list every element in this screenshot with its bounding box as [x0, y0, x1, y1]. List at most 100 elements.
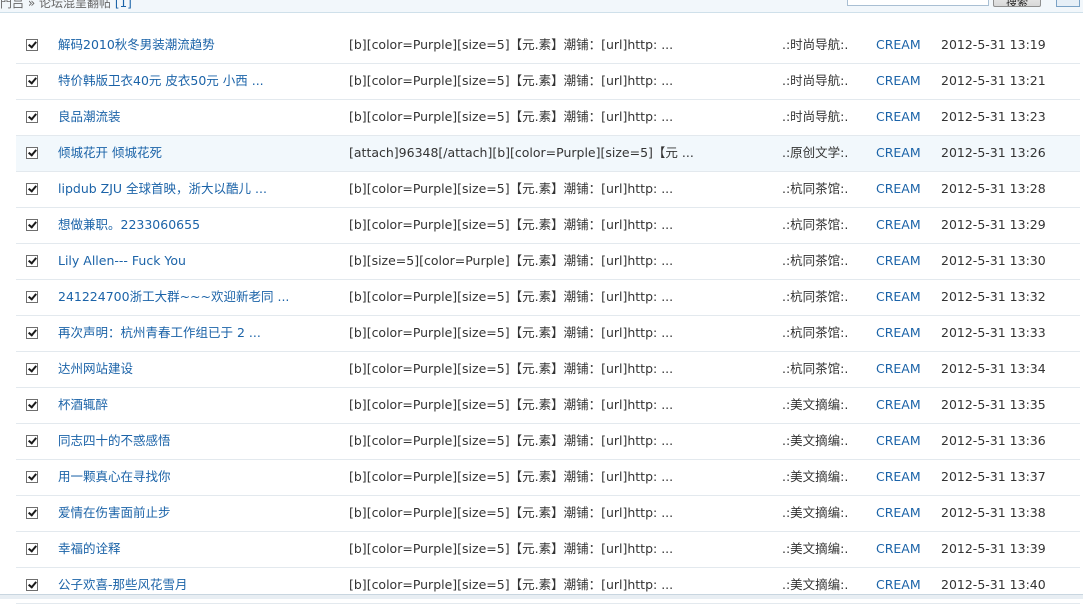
post-forum-name: .:杭同茶馆:. — [782, 181, 849, 196]
post-author-link[interactable]: CREAM — [876, 362, 921, 376]
select-checkbox[interactable] — [26, 507, 38, 519]
post-title-link[interactable]: 解码2010秋冬男装潮流趋势 — [58, 38, 215, 52]
select-checkbox[interactable] — [26, 435, 38, 447]
post-date: 2012-5-31 13:26 — [941, 145, 1046, 160]
post-author-link[interactable]: CREAM — [876, 146, 921, 160]
horizontal-scrollbar[interactable] — [0, 594, 1083, 599]
post-title-link[interactable]: 再次声明：杭州青春工作组已于 2 ... — [58, 326, 261, 340]
post-title-link[interactable]: 特价韩版卫衣40元 皮衣50元 小西 ... — [58, 74, 264, 88]
select-checkbox[interactable] — [26, 363, 38, 375]
post-forum-name: .:美文摘编:. — [782, 505, 849, 520]
select-checkbox[interactable] — [26, 219, 38, 231]
post-forum-name: .:杭同茶馆:. — [782, 325, 849, 340]
post-row: 再次声明：杭州青春工作组已于 2 ... [b][color=Purple][s… — [16, 316, 1080, 352]
post-forum-name: .:美文摘编:. — [782, 433, 849, 448]
post-forum-name: .:原创文学:. — [782, 145, 849, 160]
post-title-link[interactable]: 爱情在伤害面前止步 — [58, 506, 171, 520]
top-bar: 門吕 » 论坛混呈翻帖 [1] 搜索 — [0, 0, 1083, 13]
select-checkbox[interactable] — [26, 255, 38, 267]
post-content-preview: [b][color=Purple][size=5]【元.素】潮铺：[url]ht… — [349, 181, 674, 196]
post-title-link[interactable]: 同志四十的不惑感悟 — [58, 434, 171, 448]
post-forum-name: .:杭同茶馆:. — [782, 289, 849, 304]
post-row: 爱情在伤害面前止步 [b][color=Purple][size=5]【元.素】… — [16, 496, 1080, 532]
post-author-link[interactable]: CREAM — [876, 506, 921, 520]
post-row: Lily Allen--- Fuck You [b][size=5][color… — [16, 244, 1080, 280]
post-date: 2012-5-31 13:37 — [941, 469, 1046, 484]
post-author-link[interactable]: CREAM — [876, 470, 921, 484]
scroll-up-button[interactable] — [1056, 0, 1080, 7]
post-forum-name: .:时尚导航:. — [782, 37, 849, 52]
post-date: 2012-5-31 13:35 — [941, 397, 1046, 412]
post-forum-name: .:美文摘编:. — [782, 469, 849, 484]
post-forum-name: .:杭同茶馆:. — [782, 217, 849, 232]
post-title-link[interactable]: 倾城花开 倾城花死 — [58, 146, 162, 160]
post-content-preview: [b][color=Purple][size=5]【元.素】潮铺：[url]ht… — [349, 397, 674, 412]
post-author-link[interactable]: CREAM — [876, 218, 921, 232]
post-row: 特价韩版卫衣40元 皮衣50元 小西 ... [b][color=Purple]… — [16, 64, 1080, 100]
post-author-link[interactable]: CREAM — [876, 74, 921, 88]
post-row: 解码2010秋冬男装潮流趋势 [b][color=Purple][size=5]… — [16, 28, 1080, 64]
post-date: 2012-5-31 13:33 — [941, 325, 1046, 340]
post-row: 幸福的诠释 [b][color=Purple][size=5]【元.素】潮铺：[… — [16, 532, 1080, 568]
post-title-link[interactable]: 良品潮流装 — [58, 110, 121, 124]
search-input[interactable] — [847, 0, 989, 6]
post-title-link[interactable]: lipdub ZJU 全球首映，浙大以酷儿 ... — [58, 182, 267, 196]
post-date: 2012-5-31 13:29 — [941, 217, 1046, 232]
select-checkbox[interactable] — [26, 327, 38, 339]
post-content-preview: [attach]96348[/attach][b][color=Purple][… — [349, 145, 694, 160]
post-row: 良品潮流装 [b][color=Purple][size=5]【元.素】潮铺：[… — [16, 100, 1080, 136]
select-checkbox[interactable] — [26, 543, 38, 555]
post-author-link[interactable]: CREAM — [876, 578, 921, 592]
post-forum-name: .:美文摘编:. — [782, 577, 849, 592]
post-row: 同志四十的不惑感悟 [b][color=Purple][size=5]【元.素】… — [16, 424, 1080, 460]
select-checkbox[interactable] — [26, 39, 38, 51]
post-row: 达州网站建设 [b][color=Purple][size=5]【元.素】潮铺：… — [16, 352, 1080, 388]
post-date: 2012-5-31 13:40 — [941, 577, 1046, 592]
post-author-link[interactable]: CREAM — [876, 326, 921, 340]
breadcrumb-count[interactable]: [1] — [115, 0, 132, 10]
post-author-link[interactable]: CREAM — [876, 290, 921, 304]
post-content-preview: [b][color=Purple][size=5]【元.素】潮铺：[url]ht… — [349, 325, 674, 340]
post-author-link[interactable]: CREAM — [876, 254, 921, 268]
post-content-preview: [b][color=Purple][size=5]【元.素】潮铺：[url]ht… — [349, 541, 674, 556]
post-author-link[interactable]: CREAM — [876, 542, 921, 556]
post-date: 2012-5-31 13:28 — [941, 181, 1046, 196]
post-row: 241224700浙工大群~~~欢迎新老同 ... [b][color=Purp… — [16, 280, 1080, 316]
post-author-link[interactable]: CREAM — [876, 398, 921, 412]
post-title-link[interactable]: 达州网站建设 — [58, 362, 133, 376]
post-title-link[interactable]: 幸福的诠释 — [58, 542, 121, 556]
post-title-link[interactable]: 公子欢喜-那些风花雪月 — [58, 578, 188, 592]
select-checkbox[interactable] — [26, 183, 38, 195]
post-date: 2012-5-31 13:36 — [941, 433, 1046, 448]
post-forum-name: .:美文摘编:. — [782, 397, 849, 412]
select-checkbox[interactable] — [26, 399, 38, 411]
post-content-preview: [b][color=Purple][size=5]【元.素】潮铺：[url]ht… — [349, 109, 674, 124]
post-content-preview: [b][size=5][color=Purple]【元.素】潮铺：[url]ht… — [349, 253, 674, 268]
post-author-link[interactable]: CREAM — [876, 38, 921, 52]
select-checkbox[interactable] — [26, 111, 38, 123]
select-checkbox[interactable] — [26, 291, 38, 303]
post-author-link[interactable]: CREAM — [876, 434, 921, 448]
post-title-link[interactable]: 用一颗真心在寻找你 — [58, 470, 171, 484]
select-checkbox[interactable] — [26, 471, 38, 483]
post-author-link[interactable]: CREAM — [876, 182, 921, 196]
post-row: lipdub ZJU 全球首映，浙大以酷儿 ... [b][color=Purp… — [16, 172, 1080, 208]
post-content-preview: [b][color=Purple][size=5]【元.素】潮铺：[url]ht… — [349, 73, 674, 88]
post-date: 2012-5-31 13:23 — [941, 109, 1046, 124]
post-row: 倾城花开 倾城花死 [attach]96348[/attach][b][colo… — [16, 136, 1080, 172]
post-forum-name: .:美文摘编:. — [782, 541, 849, 556]
post-date: 2012-5-31 13:34 — [941, 361, 1046, 376]
search-button[interactable]: 搜索 — [993, 0, 1041, 7]
select-checkbox[interactable] — [26, 579, 38, 591]
post-content-preview: [b][color=Purple][size=5]【元.素】潮铺：[url]ht… — [349, 361, 674, 376]
post-title-link[interactable]: 241224700浙工大群~~~欢迎新老同 ... — [58, 290, 289, 304]
post-forum-name: .:时尚导航:. — [782, 73, 849, 88]
post-title-link[interactable]: 想做兼职。2233060655 — [58, 218, 200, 232]
post-date: 2012-5-31 13:38 — [941, 505, 1046, 520]
post-author-link[interactable]: CREAM — [876, 110, 921, 124]
select-checkbox[interactable] — [26, 75, 38, 87]
post-list: 解码2010秋冬男装潮流趋势 [b][color=Purple][size=5]… — [16, 28, 1080, 604]
post-title-link[interactable]: 杯酒辄醉 — [58, 398, 108, 412]
post-title-link[interactable]: Lily Allen--- Fuck You — [58, 254, 186, 268]
select-checkbox[interactable] — [26, 147, 38, 159]
